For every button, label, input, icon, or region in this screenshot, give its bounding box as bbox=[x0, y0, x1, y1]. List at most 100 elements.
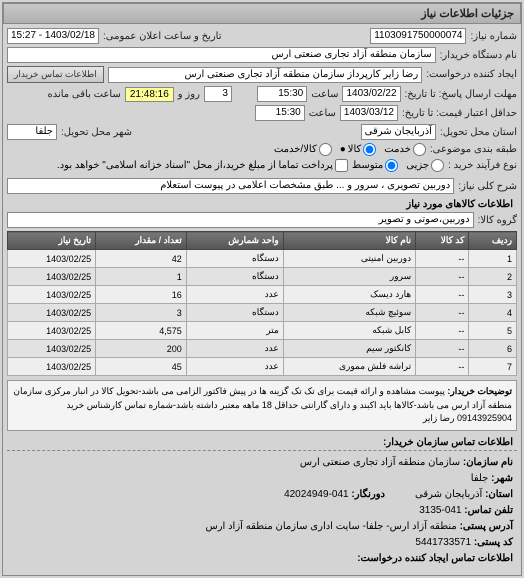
table-cell: -- bbox=[416, 340, 469, 358]
creator-contact-label: اطلاعات تماس ایجاد کننده درخواست: bbox=[357, 553, 513, 564]
contact-section: اطلاعات تماس سازمان خریدار: نام سازمان: … bbox=[7, 435, 517, 571]
org-name-label: نام سازمان: bbox=[463, 457, 513, 468]
days-field: 3 bbox=[204, 86, 232, 102]
radio-mid[interactable]: متوسط bbox=[352, 159, 398, 172]
table-body: 1--دوربین امنیتیدستگاه421403/02/252--سرو… bbox=[8, 250, 517, 376]
need-type-radio-group: خدمت کالا ● کالا/خدمت bbox=[274, 143, 426, 156]
creator-label: ایجاد کننده درخواست: bbox=[426, 69, 517, 80]
phone-label: دورنگار: bbox=[351, 489, 385, 500]
table-row: 5--کابل شبکهمتر4,5751403/02/25 bbox=[8, 322, 517, 340]
table-cell: 200 bbox=[96, 340, 187, 358]
fax-label: تلفن تماس: bbox=[464, 505, 513, 516]
table-row: 7--تراشه فلش مموریعدد451403/02/25 bbox=[8, 358, 517, 376]
table-header-cell: تاریخ نیاز bbox=[8, 232, 96, 250]
table-cell: سوئیچ شبکه bbox=[283, 304, 415, 322]
price-valid-label: حداقل اعتبار قیمت: تا تاریخ: bbox=[402, 108, 517, 119]
table-cell: 1403/02/25 bbox=[8, 358, 96, 376]
table-cell: -- bbox=[416, 358, 469, 376]
panel-title: جزئیات اطلاعات نیاز bbox=[3, 3, 521, 24]
price-date-field: 1403/03/12 bbox=[340, 105, 398, 121]
public-announce-label: تاریخ و ساعت اعلان عمومی: bbox=[103, 31, 222, 42]
table-header-cell: ردیف bbox=[469, 232, 517, 250]
table-header-cell: واحد شمارش bbox=[186, 232, 283, 250]
days-label: روز و bbox=[178, 89, 200, 100]
remain-label: ساعت باقی مانده bbox=[47, 89, 120, 100]
table-header-cell: کد کالا bbox=[416, 232, 469, 250]
fax-val: 041-3135 bbox=[419, 505, 461, 516]
countdown-timer: 21:48:16 bbox=[125, 87, 174, 102]
table-cell: 1403/02/25 bbox=[8, 286, 96, 304]
row-budget: طبقه بندی موضوعی: خدمت کالا ● کالا/خدمت bbox=[7, 143, 517, 156]
time-label-1: ساعت bbox=[311, 89, 338, 100]
radio-goods[interactable]: کالا ● bbox=[340, 143, 377, 156]
need-desc-label: شرح کلی نیاز: bbox=[458, 181, 517, 192]
table-cell: 1403/02/25 bbox=[8, 340, 96, 358]
table-cell: عدد bbox=[186, 340, 283, 358]
table-cell: عدد bbox=[186, 358, 283, 376]
addr-val: منطقه آزاد ارس- جلفا- سایت اداری سازمان … bbox=[206, 521, 457, 532]
contact-buyer-button[interactable]: اطلاعات تماس خریدار bbox=[7, 66, 104, 83]
row-delivery-loc: استان محل تحویل: آذربایجان شرقی شهر محل … bbox=[7, 124, 517, 140]
row-creator: ایجاد کننده درخواست: رضا زایر کارپرداز س… bbox=[7, 66, 517, 83]
buyer-org-label: نام دستگاه خریدار: bbox=[440, 50, 517, 61]
table-cell: سرور bbox=[283, 268, 415, 286]
table-cell: 7 bbox=[469, 358, 517, 376]
reply-time-field: 15:30 bbox=[257, 86, 307, 102]
table-cell: -- bbox=[416, 322, 469, 340]
need-no-label: شماره نیاز: bbox=[470, 31, 517, 42]
table-cell: 1 bbox=[96, 268, 187, 286]
reply-date-field: 1403/02/22 bbox=[342, 86, 400, 102]
table-cell: 3 bbox=[96, 304, 187, 322]
postal-label: کد پستی: bbox=[474, 537, 513, 548]
table-cell: -- bbox=[416, 286, 469, 304]
need-no-field: 1103091750000074 bbox=[370, 28, 466, 44]
table-cell: 1403/02/25 bbox=[8, 304, 96, 322]
table-header-cell: تعداد / مقدار bbox=[96, 232, 187, 250]
province-val: آذربایجان شرقی bbox=[415, 489, 482, 500]
table-row: 2--سروردستگاه11403/02/25 bbox=[8, 268, 517, 286]
delivery-prov-field: آذربایجان شرقی bbox=[361, 124, 436, 140]
budget-row-label: طبقه بندی موضوعی: bbox=[430, 144, 517, 155]
note-text: پیوست مشاهده و ارائه قیمت برای تک تک گزی… bbox=[13, 386, 512, 423]
table-cell: 1403/02/25 bbox=[8, 250, 96, 268]
table-cell: 1403/02/25 bbox=[8, 322, 96, 340]
table-row: 1--دوربین امنیتیدستگاه421403/02/25 bbox=[8, 250, 517, 268]
table-cell: تراشه فلش مموری bbox=[283, 358, 415, 376]
table-cell: 2 bbox=[469, 268, 517, 286]
public-announce-field: 1403/02/18 - 15:27 bbox=[7, 28, 99, 44]
table-cell: دستگاه bbox=[186, 268, 283, 286]
table-cell: -- bbox=[416, 304, 469, 322]
table-cell: عدد bbox=[186, 286, 283, 304]
goods-group-field: دوربین،صوتی و تصویر bbox=[7, 212, 474, 228]
radio-low[interactable]: جزیی bbox=[406, 159, 444, 172]
city-label: شهر: bbox=[491, 473, 513, 484]
city-val: جلفا bbox=[471, 473, 489, 484]
table-cell: 4 bbox=[469, 304, 517, 322]
table-cell: -- bbox=[416, 268, 469, 286]
hint-checkbox[interactable]: پرداخت تماما از مبلغ خرید،از محل "اسناد … bbox=[57, 159, 348, 172]
buyer-note-box: توضیحات خریدار: پیوست مشاهده و ارائه قیم… bbox=[7, 380, 517, 431]
postal-val: 5441733571 bbox=[415, 537, 471, 548]
table-cell: کانکتور سیم bbox=[283, 340, 415, 358]
radio-service[interactable]: خدمت bbox=[384, 143, 426, 156]
need-desc-field: دوربین تصویری ، سرور و ... طبق مشخصات اع… bbox=[7, 178, 454, 194]
row-price-valid: حداقل اعتبار قیمت: تا تاریخ: 1403/03/12 … bbox=[7, 105, 517, 121]
table-cell: کابل شبکه bbox=[283, 322, 415, 340]
table-cell: 3 bbox=[469, 286, 517, 304]
table-cell: هارد دیسک bbox=[283, 286, 415, 304]
table-cell: دستگاه bbox=[186, 304, 283, 322]
delivery-city-label: شهر محل تحویل: bbox=[61, 127, 132, 138]
price-time-field: 15:30 bbox=[255, 105, 305, 121]
table-header-cell: نام کالا bbox=[283, 232, 415, 250]
delivery-prov-label: استان محل تحویل: bbox=[440, 127, 517, 138]
contact-header: اطلاعات تماس سازمان خریدار: bbox=[7, 435, 517, 451]
row-need-desc: شرح کلی نیاز: دوربین تصویری ، سرور و ...… bbox=[7, 178, 517, 194]
buyer-org-field: سازمان منطقه آزاد تجاری صنعتی ارس bbox=[7, 47, 436, 63]
table-cell: دستگاه bbox=[186, 250, 283, 268]
time-label-2: ساعت bbox=[309, 108, 336, 119]
row-reply-deadline: مهلت ارسال پاسخ: تا تاریخ: 1403/02/22 سا… bbox=[7, 86, 517, 102]
province-label: استان: bbox=[485, 489, 513, 500]
table-cell: 1 bbox=[469, 250, 517, 268]
radio-goods-service[interactable]: کالا/خدمت bbox=[274, 143, 332, 156]
row-pay-type: نوع فرآیند خرید : جزیی متوسط پرداخت تمام… bbox=[7, 159, 517, 172]
